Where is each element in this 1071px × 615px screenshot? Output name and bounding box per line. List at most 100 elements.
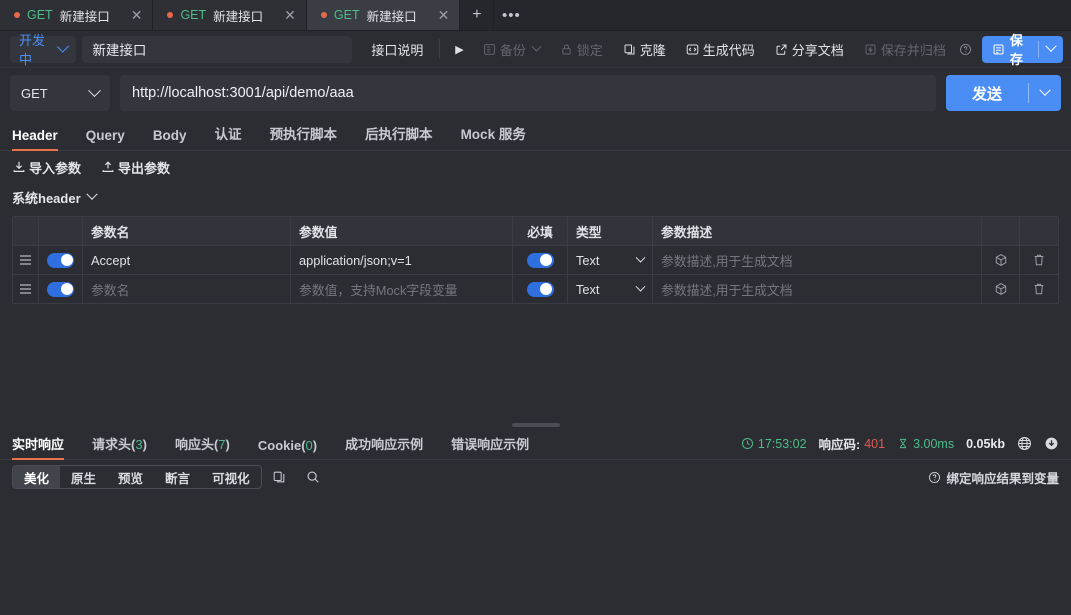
- tab-method: GET: [334, 8, 360, 22]
- response-tabs: 实时响应请求头(3)响应头(7)Cookie(0)成功响应示例错误响应示例: [12, 434, 543, 459]
- tab-overflow-menu-button[interactable]: •••: [494, 0, 528, 30]
- param-name-input[interactable]: Accept: [83, 246, 291, 274]
- request-tab-Query[interactable]: Query: [72, 128, 139, 150]
- lock-icon: [560, 43, 573, 56]
- request-tab-Mock 服务[interactable]: Mock 服务: [447, 123, 540, 150]
- request-tab-认证[interactable]: 认证: [201, 123, 256, 150]
- tab-0[interactable]: GET新建接口✕: [0, 0, 153, 30]
- export-params-button[interactable]: 导出参数: [101, 158, 170, 177]
- tab-2[interactable]: GET新建接口✕: [307, 0, 460, 30]
- response-format-bar: 美化原生预览断言可视化 绑定响应结果到变量: [0, 460, 1071, 494]
- param-name-input[interactable]: 参数名: [83, 275, 291, 303]
- tab-close-button[interactable]: ✕: [270, 8, 296, 22]
- backup-button: 备份: [476, 36, 547, 63]
- request-tab-Body[interactable]: Body: [139, 128, 201, 150]
- format-button-预览[interactable]: 预览: [107, 466, 154, 488]
- param-delete-button[interactable]: [1020, 246, 1058, 274]
- new-tab-button[interactable]: +: [460, 0, 494, 30]
- response-tab[interactable]: 请求头(3): [78, 434, 161, 459]
- param-col-header: [39, 217, 83, 245]
- generate-code-label: 生成代码: [703, 40, 755, 59]
- copy-icon[interactable]: [262, 470, 296, 484]
- export-params-label: 导出参数: [118, 158, 170, 177]
- param-row: Acceptapplication/json;v=1 Text参数描述,用于生成文…: [13, 245, 1058, 274]
- generate-code-button[interactable]: 生成代码: [679, 36, 762, 63]
- splitter-grip[interactable]: [512, 423, 560, 427]
- help-icon[interactable]: [959, 43, 972, 56]
- param-delete-button[interactable]: [1020, 275, 1058, 303]
- param-required-toggle[interactable]: [513, 275, 568, 303]
- param-mock-button[interactable]: [982, 246, 1020, 274]
- param-col-header: 类型: [568, 217, 653, 245]
- param-desc-input[interactable]: 参数描述,用于生成文档: [653, 246, 982, 274]
- url-input[interactable]: [120, 75, 936, 111]
- response-tab[interactable]: Cookie(0): [244, 438, 331, 459]
- request-tab-Header[interactable]: Header: [12, 128, 72, 150]
- param-value-input[interactable]: 参数值，支持Mock字段变量: [291, 275, 513, 303]
- archive-icon: [864, 43, 877, 56]
- param-col-header: 必填: [513, 217, 568, 245]
- api-name-input[interactable]: [82, 36, 352, 63]
- param-type-select[interactable]: Text: [568, 246, 653, 274]
- clone-button[interactable]: 克隆: [616, 36, 673, 63]
- tab-1[interactable]: GET新建接口✕: [153, 0, 306, 30]
- chevron-down-icon: [636, 252, 646, 262]
- share-doc-button[interactable]: 分享文档: [768, 36, 851, 63]
- tab-method: GET: [27, 8, 53, 22]
- format-button-断言[interactable]: 断言: [154, 466, 201, 488]
- param-type-select[interactable]: Text: [568, 275, 653, 303]
- panel-splitter[interactable]: [0, 421, 1071, 429]
- run-icon[interactable]: ▶: [449, 43, 469, 56]
- chevron-down-icon: [86, 189, 97, 200]
- response-tab[interactable]: 成功响应示例: [331, 434, 437, 459]
- http-method-select[interactable]: GET: [10, 75, 110, 111]
- bind-response-to-variable-button[interactable]: 绑定响应结果到变量: [928, 468, 1059, 487]
- share-icon: [775, 43, 788, 56]
- tab-close-button[interactable]: ✕: [424, 8, 450, 22]
- api-status-dropdown[interactable]: 开发中: [10, 36, 76, 63]
- bind-response-label: 绑定响应结果到变量: [946, 468, 1059, 487]
- tab-close-button[interactable]: ✕: [117, 8, 143, 22]
- save-button-label: 保存: [1010, 30, 1028, 68]
- response-tab[interactable]: 错误响应示例: [437, 434, 543, 459]
- download-icon[interactable]: [1044, 436, 1059, 451]
- response-tab[interactable]: 实时响应: [12, 434, 78, 459]
- api-description-button[interactable]: 接口说明: [364, 36, 430, 63]
- globe-icon[interactable]: [1017, 436, 1032, 451]
- param-enabled-toggle[interactable]: [39, 246, 83, 274]
- param-enabled-toggle[interactable]: [39, 275, 83, 303]
- tab-list: GET新建接口✕GET新建接口✕GET新建接口✕: [0, 0, 460, 30]
- format-button-原生[interactable]: 原生: [60, 466, 107, 488]
- import-params-button[interactable]: 导入参数: [12, 158, 81, 177]
- format-button-美化[interactable]: 美化: [13, 466, 60, 488]
- save-button[interactable]: 保存: [982, 36, 1063, 63]
- request-tab-预执行脚本[interactable]: 预执行脚本: [256, 123, 352, 150]
- unsaved-dot-icon: [321, 12, 327, 18]
- format-button-可视化[interactable]: 可视化: [201, 466, 261, 488]
- response-duration-value: 3.00ms: [913, 437, 954, 451]
- drag-handle-icon[interactable]: [13, 275, 39, 303]
- url-bar: GET 发送: [0, 68, 1071, 118]
- response-tab-list: 实时响应请求头(3)响应头(7)Cookie(0)成功响应示例错误响应示例 17…: [0, 429, 1071, 460]
- param-mock-button[interactable]: [982, 275, 1020, 303]
- tab-title: 新建接口: [213, 6, 263, 25]
- response-tab[interactable]: 响应头(7): [161, 434, 244, 459]
- send-options-button[interactable]: [1029, 89, 1061, 97]
- import-params-label: 导入参数: [29, 158, 81, 177]
- search-icon[interactable]: [296, 470, 330, 484]
- response-duration: 3.00ms: [897, 437, 954, 451]
- api-toolbar: 开发中 接口说明 ▶ 备份 锁定 克隆 生成代码 分享文档: [0, 31, 1071, 68]
- send-button[interactable]: 发送: [946, 75, 1061, 111]
- param-desc-input[interactable]: 参数描述,用于生成文档: [653, 275, 982, 303]
- save-options-button[interactable]: [1039, 45, 1063, 53]
- request-tab-后执行脚本[interactable]: 后执行脚本: [351, 123, 447, 150]
- response-time-value: 17:53:02: [758, 437, 807, 451]
- param-value-input[interactable]: application/json;v=1: [291, 246, 513, 274]
- response-meta: 17:53:02 响应码: 401 3.00ms 0.05kb: [741, 434, 1059, 459]
- backup-icon: [483, 43, 496, 56]
- param-actions-row: 导入参数 导出参数: [0, 151, 1071, 183]
- param-col-header: [13, 217, 39, 245]
- drag-handle-icon[interactable]: [13, 246, 39, 274]
- param-required-toggle[interactable]: [513, 246, 568, 274]
- system-header-section-toggle[interactable]: 系统header: [0, 183, 1071, 211]
